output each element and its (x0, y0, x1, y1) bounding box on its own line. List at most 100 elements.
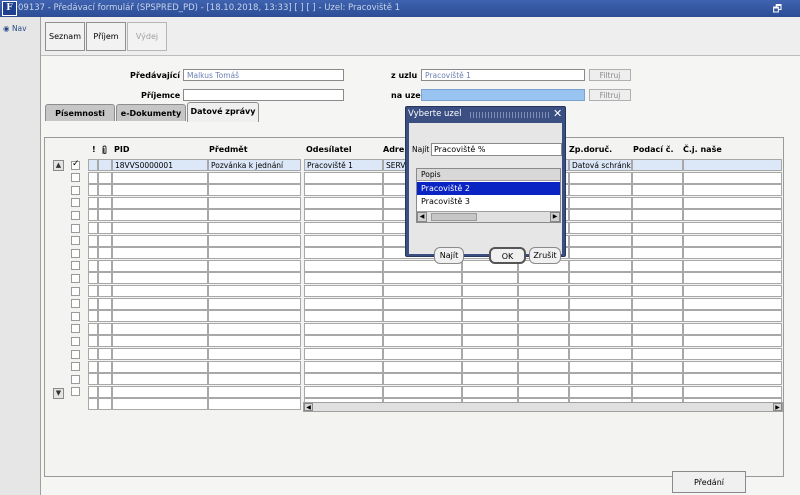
na-uzel-field[interactable] (421, 89, 585, 101)
table-cell[interactable] (208, 259, 301, 272)
table-cell[interactable] (88, 385, 98, 398)
table-cell[interactable] (683, 196, 782, 209)
table-cell[interactable] (208, 398, 301, 411)
table-cell[interactable] (208, 196, 301, 209)
table-cell[interactable] (383, 322, 462, 335)
table-cell[interactable] (304, 348, 383, 360)
table-cell[interactable] (683, 159, 782, 171)
scroll-thumb[interactable] (431, 213, 477, 221)
table-cell[interactable] (683, 272, 782, 285)
table-cell[interactable] (304, 360, 383, 373)
table-cell[interactable]: Pozvánka k jednání (208, 159, 301, 171)
table-cell[interactable] (304, 272, 383, 285)
table-cell[interactable] (88, 360, 98, 373)
z-uzlu-filter-button[interactable]: Filtruj (589, 69, 631, 81)
table-cell[interactable] (88, 184, 98, 197)
table-cell[interactable] (569, 310, 632, 323)
table-cell[interactable] (88, 348, 98, 360)
table-cell[interactable] (569, 234, 632, 247)
row-checkbox[interactable] (71, 349, 80, 359)
row-checkbox[interactable] (71, 210, 80, 220)
scroll-right-icon[interactable]: ▶ (550, 212, 560, 222)
table-cell[interactable] (683, 209, 782, 222)
table-cell[interactable] (112, 335, 208, 348)
table-cell[interactable] (112, 360, 208, 373)
table-cell[interactable] (683, 297, 782, 310)
table-cell[interactable] (462, 360, 518, 373)
table-cell[interactable] (88, 310, 98, 323)
cancel-button[interactable]: Zrušit (529, 247, 561, 264)
prijemce-field[interactable] (183, 89, 344, 101)
row-checkbox[interactable] (71, 159, 80, 170)
table-cell[interactable] (98, 310, 112, 323)
table-cell[interactable] (98, 385, 112, 398)
table-cell[interactable] (98, 209, 112, 222)
table-cell[interactable] (208, 322, 301, 335)
table-cell[interactable] (683, 360, 782, 373)
table-cell[interactable] (304, 247, 383, 260)
table-cell[interactable] (383, 360, 462, 373)
find-button[interactable]: Najít (434, 247, 464, 264)
table-cell[interactable] (632, 310, 683, 323)
scroll-left-icon[interactable]: ◀ (304, 403, 313, 411)
list-item[interactable]: Pracoviště 2 (417, 182, 560, 195)
table-cell[interactable] (88, 196, 98, 209)
table-cell[interactable] (98, 247, 112, 260)
table-cell[interactable] (632, 360, 683, 373)
table-cell[interactable] (112, 297, 208, 310)
tab-e-dokumenty[interactable]: e-Dokumenty (116, 104, 186, 121)
table-cell[interactable] (112, 398, 208, 411)
table-cell[interactable] (569, 259, 632, 272)
table-cell[interactable] (88, 373, 98, 386)
table-cell[interactable] (632, 259, 683, 272)
table-cell[interactable] (98, 222, 112, 234)
table-cell[interactable] (518, 373, 569, 386)
list-item[interactable]: Pracoviště 3 (417, 195, 560, 208)
dialog-drag-handle[interactable] (470, 112, 550, 118)
predani-button[interactable]: Předání (672, 471, 746, 493)
table-cell[interactable] (683, 234, 782, 247)
table-cell[interactable] (208, 222, 301, 234)
table-cell[interactable] (98, 297, 112, 310)
row-checkbox[interactable] (71, 261, 80, 271)
table-cell[interactable] (462, 322, 518, 335)
table-cell[interactable] (112, 373, 208, 386)
table-cell[interactable] (88, 222, 98, 234)
table-cell[interactable] (88, 335, 98, 348)
table-cell[interactable] (88, 159, 98, 171)
table-cell[interactable] (112, 348, 208, 360)
table-cell[interactable] (98, 171, 112, 184)
row-checkbox[interactable] (71, 387, 80, 397)
table-cell[interactable] (304, 335, 383, 348)
table-cell[interactable] (632, 196, 683, 209)
table-cell[interactable] (569, 222, 632, 234)
table-cell[interactable] (112, 247, 208, 260)
ok-button[interactable]: OK (489, 247, 526, 264)
row-checkbox[interactable] (71, 374, 80, 384)
table-cell[interactable] (304, 209, 383, 222)
table-cell[interactable] (112, 322, 208, 335)
table-cell[interactable] (569, 297, 632, 310)
table-cell[interactable] (112, 184, 208, 197)
table-cell[interactable] (98, 348, 112, 360)
table-cell[interactable] (304, 385, 383, 398)
table-cell[interactable] (208, 184, 301, 197)
table-cell[interactable] (569, 335, 632, 348)
row-checkbox[interactable] (71, 248, 80, 258)
table-cell[interactable] (112, 171, 208, 184)
table-cell[interactable] (518, 310, 569, 323)
table-cell[interactable] (569, 360, 632, 373)
table-cell[interactable] (683, 184, 782, 197)
table-cell[interactable] (462, 272, 518, 285)
table-cell[interactable] (383, 272, 462, 285)
row-checkbox[interactable] (71, 223, 80, 233)
table-cell[interactable] (683, 385, 782, 398)
table-cell[interactable] (569, 348, 632, 360)
row-checkbox[interactable] (71, 185, 80, 195)
table-cell[interactable] (569, 209, 632, 222)
table-cell[interactable] (88, 171, 98, 184)
row-checkbox[interactable] (71, 299, 80, 309)
tab-datove-zpravy[interactable]: Datové zprávy (187, 102, 259, 122)
table-cell[interactable] (208, 209, 301, 222)
table-cell[interactable] (88, 234, 98, 247)
